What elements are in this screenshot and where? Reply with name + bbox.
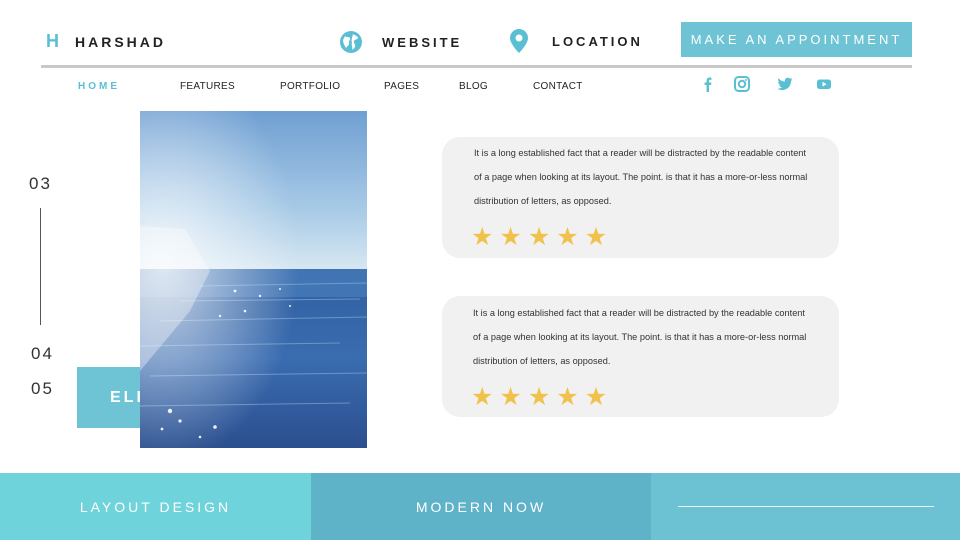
testimonial-text: It is a long established fact that a rea… xyxy=(473,308,807,366)
testimonial-card: It is a long established fact that a rea… xyxy=(442,137,839,258)
star-icon: ★ xyxy=(556,223,579,251)
instagram-icon[interactable] xyxy=(734,76,750,92)
testimonial-text: It is a long established fact that a rea… xyxy=(474,148,808,206)
nav-item-contact[interactable]: CONTACT xyxy=(533,81,583,92)
progress-line xyxy=(40,208,41,325)
globe-icon xyxy=(340,31,362,53)
make-appointment-button[interactable]: MAKE AN APPOINTMENT xyxy=(681,22,912,57)
rating-stars: ★ ★ ★ ★ ★ xyxy=(471,385,607,410)
nav-item-features[interactable]: FEATURES xyxy=(180,81,235,92)
star-icon: ★ xyxy=(471,223,494,251)
star-icon: ★ xyxy=(499,223,522,251)
nav-item-pages[interactable]: PAGES xyxy=(384,81,419,92)
slide-number-next: 04 xyxy=(31,344,54,363)
footer-divider-line xyxy=(678,506,934,507)
star-icon: ★ xyxy=(556,383,579,411)
footer-modern-now[interactable]: MODERN NOW xyxy=(311,473,651,540)
website-link[interactable]: WEBSITE xyxy=(382,35,462,50)
testimonial-card: It is a long established fact that a rea… xyxy=(442,296,839,417)
slide-number-after: 05 xyxy=(31,379,54,398)
nav-item-portfolio[interactable]: PORTFOLIO xyxy=(280,81,340,92)
youtube-icon[interactable] xyxy=(816,76,832,92)
ocean-photo xyxy=(140,111,367,448)
nav-item-blog[interactable]: BLOG xyxy=(459,81,488,92)
star-icon: ★ xyxy=(499,383,522,411)
brand-logo-letter[interactable]: H xyxy=(46,31,60,52)
header-divider xyxy=(41,65,912,68)
rating-stars: ★ ★ ★ ★ ★ xyxy=(471,225,607,250)
star-icon: ★ xyxy=(471,383,494,411)
nav-item-home[interactable]: HOME xyxy=(78,81,120,92)
star-icon: ★ xyxy=(584,223,608,251)
star-icon: ★ xyxy=(584,383,608,411)
footer-layout-design[interactable]: LAYOUT DESIGN xyxy=(0,473,311,540)
location-link[interactable]: LOCATION xyxy=(552,34,643,49)
slide-number-current: 03 xyxy=(29,174,52,193)
caption-text: ELI xyxy=(110,389,144,406)
star-icon: ★ xyxy=(527,223,551,251)
facebook-icon[interactable] xyxy=(700,76,716,92)
twitter-icon[interactable] xyxy=(777,76,793,92)
star-icon: ★ xyxy=(527,383,551,411)
brand-name[interactable]: HARSHAD xyxy=(75,34,166,50)
location-pin-icon xyxy=(510,29,528,53)
footer-bar: LAYOUT DESIGN MODERN NOW xyxy=(0,473,960,540)
